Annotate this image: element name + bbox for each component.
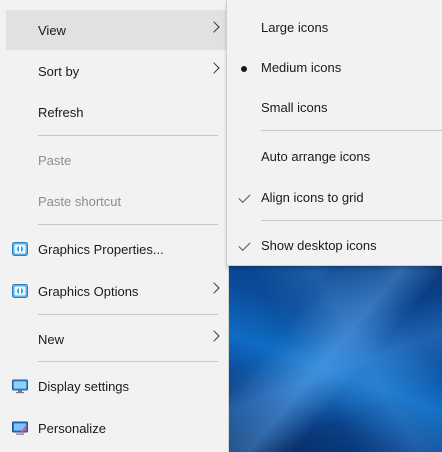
submenu-item-label: Small icons	[261, 99, 328, 115]
menu-item-label: Display settings	[38, 378, 130, 394]
menu-separator	[38, 224, 218, 225]
desktop-context-menu: View Sort by Refresh Paste Paste shortcu…	[0, 0, 229, 452]
submenu-item-align-to-grid[interactable]: Align icons to grid	[227, 178, 442, 216]
bullet-icon	[237, 60, 251, 75]
personalize-icon	[12, 421, 28, 435]
menu-separator	[38, 361, 218, 362]
menu-item-paste-shortcut: Paste shortcut	[6, 181, 226, 221]
view-submenu: Large icons Medium icons Small icons Aut…	[226, 0, 442, 266]
menu-item-label: Paste	[38, 152, 72, 168]
display-settings-icon	[12, 379, 28, 394]
menu-item-personalize[interactable]: Personalize	[6, 408, 226, 448]
menu-item-view[interactable]: View	[6, 10, 226, 50]
desktop-wallpaper[interactable]	[226, 266, 442, 452]
screen: View Sort by Refresh Paste Paste shortcu…	[0, 0, 442, 452]
submenu-item-auto-arrange[interactable]: Auto arrange icons	[227, 137, 442, 175]
menu-item-label: Paste shortcut	[38, 193, 122, 209]
menu-item-new[interactable]: New	[6, 319, 226, 359]
chevron-right-icon	[208, 62, 220, 74]
chevron-right-icon	[208, 330, 220, 342]
intel-graphics-icon	[12, 242, 28, 256]
menu-item-paste: Paste	[6, 140, 226, 180]
submenu-item-large-icons[interactable]: Large icons	[227, 8, 442, 46]
menu-item-graphics-properties[interactable]: Graphics Properties...	[6, 229, 226, 269]
submenu-item-label: Auto arrange icons	[261, 148, 371, 164]
chevron-right-icon	[208, 282, 220, 294]
menu-item-label: Refresh	[38, 104, 84, 120]
menu-item-label: View	[38, 22, 66, 38]
menu-item-label: Sort by	[38, 63, 80, 79]
intel-graphics-icon	[12, 284, 28, 298]
submenu-item-label: Large icons	[261, 19, 329, 35]
checkmark-icon	[237, 190, 251, 205]
submenu-item-label: Align icons to grid	[261, 189, 364, 205]
menu-separator	[38, 135, 218, 136]
menu-separator	[38, 314, 218, 315]
submenu-item-small-icons[interactable]: Small icons	[227, 88, 442, 126]
menu-item-display-settings[interactable]: Display settings	[6, 366, 226, 406]
menu-item-refresh[interactable]: Refresh	[6, 92, 226, 132]
submenu-item-show-desktop-icons[interactable]: Show desktop icons	[227, 226, 442, 264]
submenu-item-label: Show desktop icons	[261, 237, 377, 253]
menu-item-label: New	[38, 331, 65, 347]
submenu-item-medium-icons[interactable]: Medium icons	[227, 48, 442, 86]
submenu-separator	[261, 220, 442, 221]
checkmark-icon	[237, 238, 251, 253]
menu-item-label: Personalize	[38, 420, 106, 436]
submenu-item-label: Medium icons	[261, 59, 342, 75]
menu-item-label: Graphics Options	[38, 283, 139, 299]
submenu-separator	[261, 130, 442, 131]
menu-item-graphics-options[interactable]: Graphics Options	[6, 271, 226, 311]
menu-item-sort-by[interactable]: Sort by	[6, 51, 226, 91]
chevron-right-icon	[208, 21, 220, 33]
menu-item-label: Graphics Properties...	[38, 241, 164, 257]
